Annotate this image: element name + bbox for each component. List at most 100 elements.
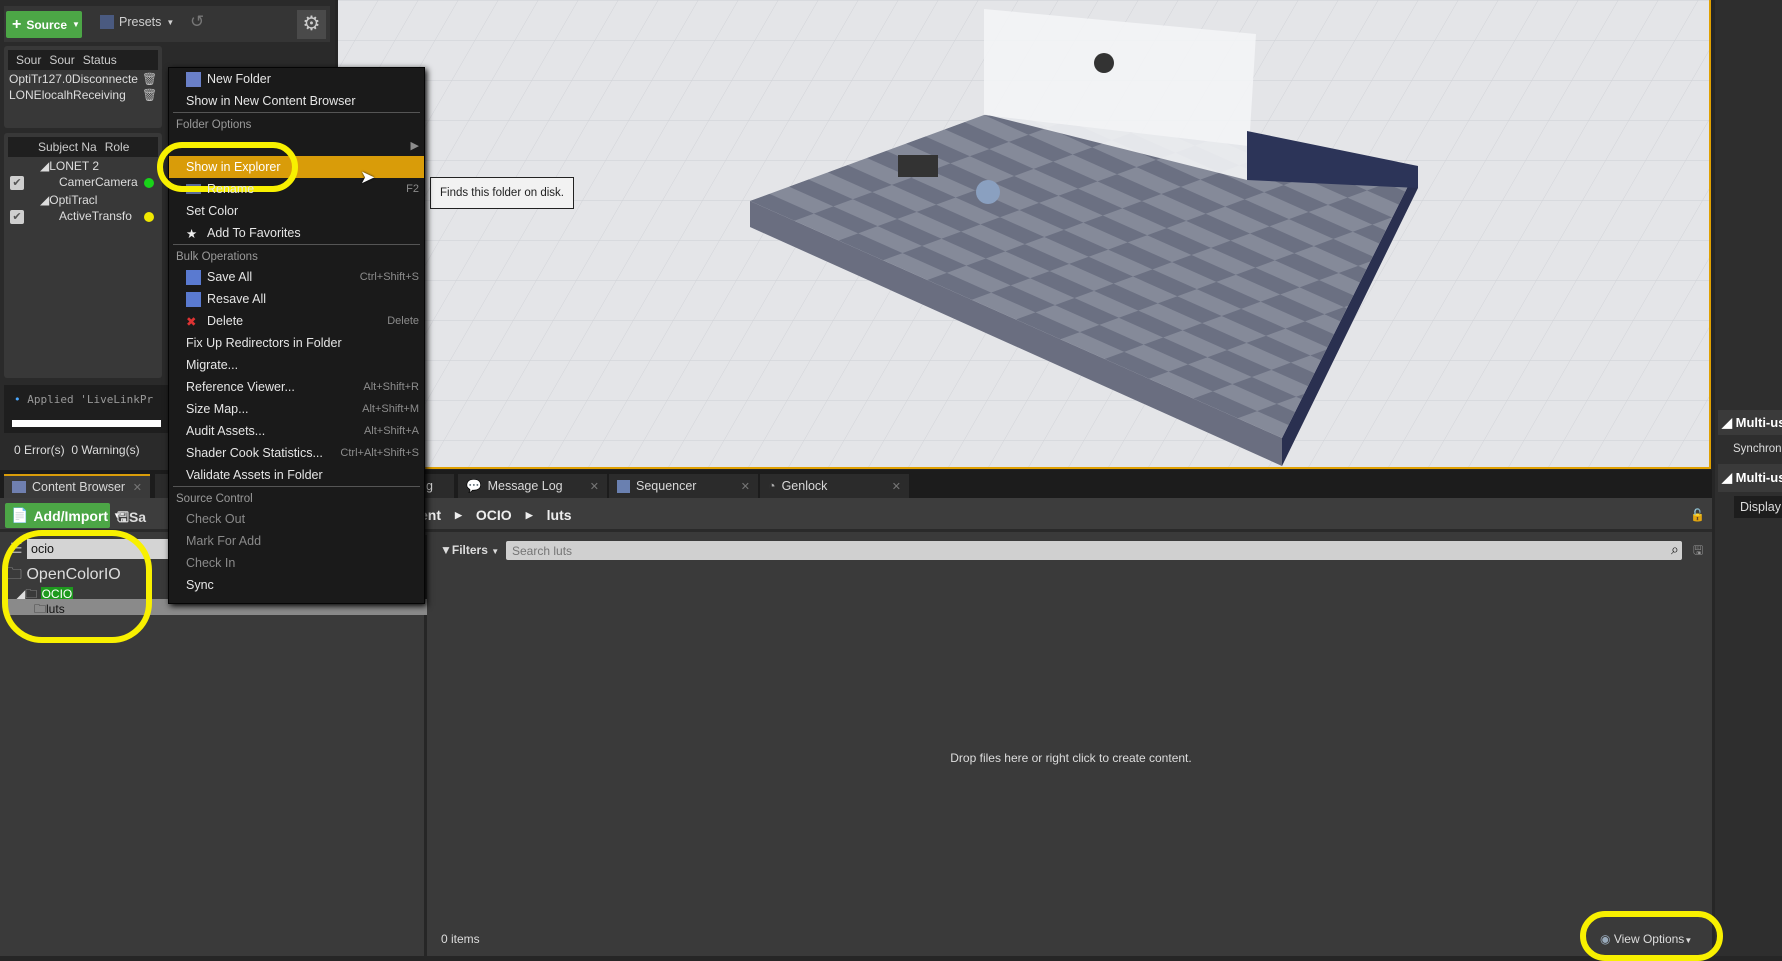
camera [898, 155, 938, 177]
settings-gear-icon[interactable]: ⚙ [297, 10, 326, 39]
menu-section-header: Folder Options [173, 112, 420, 134]
chevron-right-icon: ▶ [455, 510, 462, 520]
menu-item-mark-for-add[interactable]: Mark For Add [169, 530, 424, 552]
menu-item-save-all[interactable]: Save All Ctrl+Shift+S [169, 266, 424, 288]
chevron-right-icon: ▶ [525, 510, 533, 520]
genlock-icon: ◔ [768, 479, 776, 493]
error-count: 0 Error(s) [14, 443, 65, 457]
section-header[interactable]: ◢ Multi-us [1718, 410, 1782, 435]
menu-item-delete[interactable]: ✖ Delete Delete [169, 310, 424, 332]
menu-item-reference-viewer[interactable]: Reference Viewer... Alt+Shift+R [169, 376, 424, 398]
menu-item-resave-all[interactable]: Resave All [169, 288, 424, 310]
chevron-down-icon: ▼ [491, 547, 500, 556]
menu-section-header: Source Control [173, 486, 420, 508]
menu-item-rename[interactable]: Rename F2 [169, 178, 424, 200]
submenu-arrow-icon: ▶ [410, 139, 419, 152]
col-header: Status [82, 53, 117, 67]
message-log-icon: 💬 [466, 478, 482, 493]
menu-item-add-to-favorites[interactable]: ★ Add To Favorites [169, 222, 424, 244]
close-icon[interactable]: ✕ [892, 480, 901, 493]
save-icon [186, 291, 201, 307]
chevron-down-icon: ▼ [166, 17, 175, 27]
tab-sequencer[interactable]: Sequencer ✕ [609, 474, 758, 498]
viewport-scene [338, 0, 1709, 467]
subject-checkbox[interactable]: ✔ [10, 176, 24, 190]
menu-item-new-folder[interactable]: New Folder [169, 68, 424, 90]
add-import-button[interactable]: 📄 Add/Import ▼ [5, 503, 121, 528]
viewport[interactable] [338, 0, 1711, 469]
menu-item-audit-assets[interactable]: Audit Assets... Alt+Shift+A [169, 420, 424, 442]
status-dot [144, 212, 154, 222]
tab-genlock[interactable]: ◔ Genlock ✕ [760, 474, 909, 498]
menu-item-set-color[interactable]: Set Color [169, 200, 424, 222]
section-header[interactable]: ◢ Multi-us [1718, 464, 1782, 492]
breadcrumb-item[interactable]: OCIO [476, 507, 512, 523]
property-label: Synchron [1733, 443, 1782, 455]
presets-button[interactable]: Presets ▼ [100, 15, 174, 29]
save-all-button[interactable]: 🖫Sa [117, 507, 146, 531]
trash-icon[interactable]: 🗑 [142, 88, 157, 102]
save-search-icon[interactable]: 🖫 [1693, 541, 1703, 562]
menu-item-fix-up-redirectors[interactable]: Fix Up Redirectors in Folder [169, 332, 424, 354]
tracker [976, 180, 1000, 204]
filter-icon: ▼ [440, 543, 452, 557]
right-panel: ◢ Multi-us Synchron ◢ Multi-us Display [1715, 0, 1782, 956]
chevron-down-icon: ▼ [72, 20, 80, 29]
add-source-button[interactable]: + Source ▼ [6, 11, 82, 38]
subject-checkbox[interactable]: ✔ [10, 210, 24, 224]
close-icon[interactable]: ✕ [590, 480, 599, 493]
close-icon[interactable]: ✕ [741, 480, 750, 493]
menu-item-migrate[interactable]: Migrate... [169, 354, 424, 376]
tab-output-log[interactable]: g [420, 474, 454, 498]
tab-content-browser[interactable]: Content Browser ✕ [4, 474, 150, 498]
file-icon: 📄 [11, 507, 29, 523]
star-icon: ★ [186, 226, 198, 241]
sources-list: Sour Sour Status OptiTr127.0Disconnecte LO… [4, 46, 162, 128]
new-folder-icon [186, 71, 201, 87]
menu-item-shader-cook-statistics[interactable]: Shader Cook Statistics... Ctrl+Alt+Shift+… [169, 442, 424, 464]
close-icon[interactable]: ✕ [133, 481, 142, 494]
sphere [1094, 53, 1114, 73]
filters-button[interactable]: ▼Filters ▼ [440, 543, 499, 557]
menu-item-sync[interactable]: Sync [169, 574, 424, 596]
subject-group[interactable]: ◢OptiTracl [40, 193, 97, 207]
trash-icon[interactable]: 🗑 [142, 72, 157, 86]
menu-item-size-map[interactable]: Size Map... Alt+Shift+M [169, 398, 424, 420]
highlight-ring [1580, 911, 1723, 961]
log-panel: • Applied 'LiveLinkPr [4, 385, 169, 433]
source-row[interactable]: LONElocalhReceiving [9, 88, 126, 102]
col-header: Sour [49, 53, 75, 67]
progress-bar [12, 420, 161, 427]
menu-section-header: Bulk Operations [173, 244, 420, 266]
search-icon[interactable]: ⌕ [1671, 541, 1679, 558]
source-row[interactable]: OptiTr127.0Disconnecte [9, 72, 138, 86]
presets-icon [100, 15, 114, 29]
breadcrumb-item[interactable]: luts [547, 507, 572, 523]
tab-message-log[interactable]: 💬 Message Log ✕ [458, 474, 607, 498]
subject-group[interactable]: ◢LONET 2 [40, 159, 99, 173]
status-dot [144, 178, 154, 188]
mouse-cursor-icon: ➤ [360, 167, 376, 187]
menu-item-show-in-new-content-browser[interactable]: Show in New Content Browser [169, 90, 424, 112]
menu-item-check-in[interactable]: Check In [169, 552, 424, 574]
log-line: Applied 'LiveLinkPr [27, 393, 154, 406]
col-header: Role [104, 140, 130, 154]
subject-row[interactable]: CamerCamera [59, 175, 138, 189]
warning-count: 0 Warning(s) [71, 443, 140, 457]
highlight-ring [2, 530, 152, 643]
breadcrumb: ent ▶ OCIO ▶ luts [420, 507, 572, 523]
tooltip: Finds this folder on disk. [430, 177, 574, 209]
display-button[interactable]: Display [1734, 496, 1782, 518]
sequencer-icon [617, 479, 630, 493]
delete-icon: ✖ [186, 314, 197, 329]
subject-row[interactable]: ActiveTransfo [59, 209, 132, 223]
col-header: Subject Na [38, 140, 97, 154]
item-count: 0 items [441, 932, 480, 946]
revert-icon[interactable]: ↺ [190, 12, 204, 32]
plus-icon: + [12, 15, 22, 33]
asset-search-input[interactable] [506, 541, 1682, 560]
lock-icon[interactable]: 🔓 [1690, 508, 1705, 522]
menu-item-validate-assets[interactable]: Validate Assets in Folder [169, 464, 424, 486]
menu-item-check-out[interactable]: Check Out [169, 508, 424, 530]
col-header: Sour [16, 53, 42, 67]
